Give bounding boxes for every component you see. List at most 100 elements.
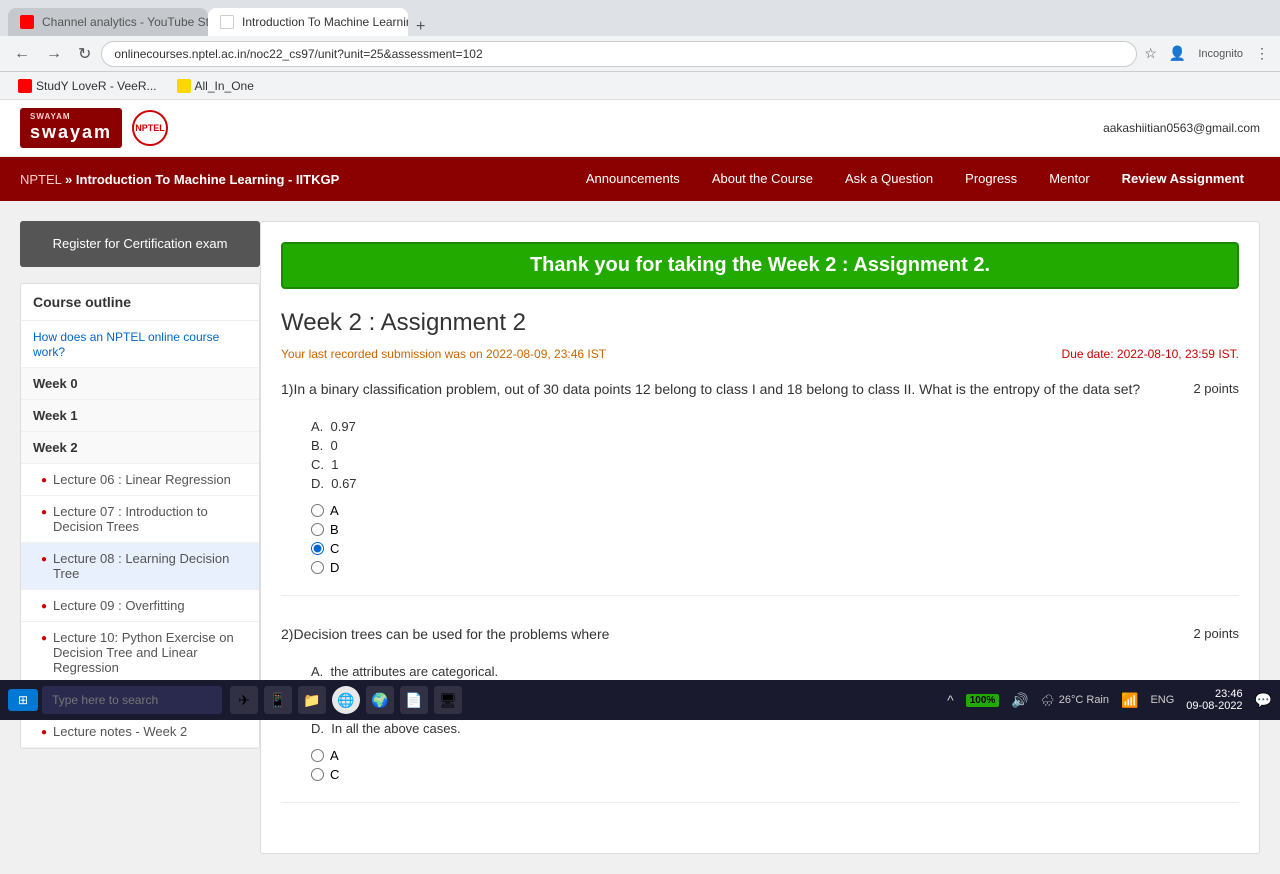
option-1b-label: B. — [311, 438, 331, 453]
option-2a: A. the attributes are categorical. — [311, 664, 1239, 679]
bookmark-youtube[interactable]: StudY LoveR - VeeR... — [12, 77, 163, 95]
radio-2c-input[interactable] — [311, 768, 324, 781]
nav-progress[interactable]: Progress — [949, 157, 1033, 201]
register-certification-button[interactable]: Register for Certification exam — [20, 221, 260, 267]
question-1-num: 1) — [281, 381, 293, 397]
tab-nptel-label: Introduction To Machine Learning... — [242, 15, 408, 29]
taskbar-search[interactable] — [42, 686, 222, 714]
swayam-logo[interactable]: SWAYAM swayam — [20, 108, 122, 148]
nptel-favicon — [220, 15, 234, 29]
breadcrumb-home[interactable]: NPTEL — [20, 172, 61, 187]
lec08-label: Lecture 08 : Learning Decision Tree — [53, 551, 247, 581]
radio-1d[interactable]: D — [311, 560, 1239, 575]
option-1d: D. 0.67 — [311, 476, 1239, 491]
battery-indicator: 100% — [966, 694, 1000, 707]
outline-lec-notes[interactable]: ● Lecture notes - Week 2 — [21, 716, 259, 748]
outline-lec06[interactable]: ● Lecture 06 : Linear Regression — [21, 464, 259, 496]
question-1-points: 2 points — [1193, 381, 1239, 396]
option-1d-label: D. — [311, 476, 331, 491]
outline-week2[interactable]: Week 2 — [21, 432, 259, 464]
radio-1c-input[interactable] — [311, 542, 324, 555]
question-1-text: In a binary classification problem, out … — [293, 381, 1173, 397]
volume-icon[interactable]: 🔊 — [1011, 692, 1028, 709]
taskbar-right: ^ 100% 🔊 🌧 26°C Rain 📶 ENG 23:46 09-08-2… — [947, 688, 1272, 712]
option-1b: B. 0 — [311, 438, 1239, 453]
radio-2a-input[interactable] — [311, 749, 324, 762]
radio-1b-input[interactable] — [311, 523, 324, 536]
outline-week0[interactable]: Week 0 — [21, 368, 259, 400]
radio-1d-input[interactable] — [311, 561, 324, 574]
bookmark-youtube-label: StudY LoveR - VeeR... — [36, 79, 157, 93]
forward-button[interactable]: → — [40, 41, 68, 67]
outline-week1[interactable]: Week 1 — [21, 400, 259, 432]
question-2-text: Decision trees can be used for the probl… — [293, 626, 1173, 642]
option-1c-label: C. — [311, 457, 331, 472]
option-1c: C. 1 — [311, 457, 1239, 472]
question-1-header: 1) In a binary classification problem, o… — [281, 381, 1239, 409]
nav-announcements[interactable]: Announcements — [570, 157, 696, 201]
bookmark-star-icon[interactable]: ☆ — [1141, 42, 1160, 65]
radio-1c[interactable]: C — [311, 541, 1239, 556]
app-icon[interactable]: 🖥 — [434, 686, 462, 714]
radio-1a[interactable]: A — [311, 503, 1239, 518]
option-2a-value: the attributes are categorical. — [331, 664, 499, 679]
outline-lec07[interactable]: ● Lecture 07 : Introduction to Decision … — [21, 496, 259, 543]
new-tab-button[interactable]: + — [408, 18, 433, 36]
nav-review-assignment[interactable]: Review Assignment — [1106, 157, 1260, 201]
telegram-icon[interactable]: ✈ — [230, 686, 258, 714]
taskbar-pinned-icons: ✈ 📱 📁 🌐 🌍 📄 🖥 — [230, 686, 462, 714]
tray-chevron[interactable]: ^ — [947, 692, 954, 708]
question-1-block: 1) In a binary classification problem, o… — [281, 381, 1239, 596]
menu-icon[interactable]: ⋮ — [1252, 42, 1272, 65]
sidebar: Register for Certification exam Course o… — [20, 221, 260, 854]
option-1b-value: 0 — [331, 438, 338, 453]
lec07-label: Lecture 07 : Introduction to Decision Tr… — [53, 504, 247, 534]
start-button[interactable]: ⊞ — [8, 689, 38, 711]
radio-1b[interactable]: B — [311, 522, 1239, 537]
logo-area: SWAYAM swayam NPTEL — [20, 108, 168, 148]
breadcrumb-separator: » — [65, 172, 72, 187]
taskbar: ⊞ ✈ 📱 📁 🌐 🌍 📄 🖥 ^ 100% 🔊 🌧 26°C Rain 📶 E… — [0, 680, 1280, 720]
nav-about-course[interactable]: About the Course — [696, 157, 829, 201]
swayam-logo-text: swayam — [30, 122, 112, 142]
outline-lec08[interactable]: ● Lecture 08 : Learning Decision Tree — [21, 543, 259, 590]
option-1a-label: A. — [311, 419, 331, 434]
tab-youtube[interactable]: Channel analytics - YouTube Stu... ✕ — [8, 8, 208, 36]
time-display: 23:46 — [1186, 688, 1242, 700]
radio-2a[interactable]: A — [311, 748, 1239, 763]
edge-icon[interactable]: 🌍 — [366, 686, 394, 714]
nptel-logo: NPTEL — [132, 110, 168, 146]
whatsapp-icon[interactable]: 📱 — [264, 686, 292, 714]
question-1-options: A. 0.97 B. 0 C. 1 D. 0.67 — [311, 419, 1239, 491]
radio-1a-input[interactable] — [311, 504, 324, 517]
content-area: Thank you for taking the Week 2 : Assign… — [260, 221, 1260, 854]
pdf-icon[interactable]: 📄 — [400, 686, 428, 714]
bookmark-allinone-label: All_In_One — [195, 79, 254, 93]
outline-item-how-nptel[interactable]: How does an NPTEL online course work? — [21, 321, 259, 368]
assignment-title: Week 2 : Assignment 2 — [281, 309, 1239, 337]
profile-icon[interactable]: 👤 — [1166, 42, 1189, 65]
bookmark-allinone[interactable]: All_In_One — [171, 77, 260, 95]
weather-icon: 🌧 — [1041, 694, 1055, 707]
outline-lec10[interactable]: ● Lecture 10: Python Exercise on Decisio… — [21, 622, 259, 684]
youtube-favicon — [20, 15, 34, 29]
nav-ask-question[interactable]: Ask a Question — [829, 157, 949, 201]
network-icon[interactable]: 📶 — [1121, 692, 1138, 709]
files-icon[interactable]: 📁 — [298, 686, 326, 714]
nav-mentor[interactable]: Mentor — [1033, 157, 1105, 201]
submission-date: Your last recorded submission was on 202… — [281, 347, 606, 361]
how-nptel-link[interactable]: How does an NPTEL online course work? — [33, 330, 219, 359]
option-1a: A. 0.97 — [311, 419, 1239, 434]
tab-nptel[interactable]: Introduction To Machine Learning... ✕ — [208, 8, 408, 36]
back-button[interactable]: ← — [8, 41, 36, 67]
option-2d-value: In all the above cases. — [331, 721, 460, 736]
lec09-label: Lecture 09 : Overfitting — [53, 598, 185, 613]
radio-2c[interactable]: C — [311, 767, 1239, 782]
chrome-icon[interactable]: 🌐 — [332, 686, 360, 714]
reload-button[interactable]: ↻ — [72, 40, 97, 68]
notification-icon[interactable]: 💬 — [1255, 692, 1272, 709]
address-bar[interactable] — [101, 41, 1137, 67]
youtube-bm-icon — [18, 79, 32, 93]
outline-lec09[interactable]: ● Lecture 09 : Overfitting — [21, 590, 259, 622]
weather-text: 26°C Rain — [1059, 694, 1109, 706]
